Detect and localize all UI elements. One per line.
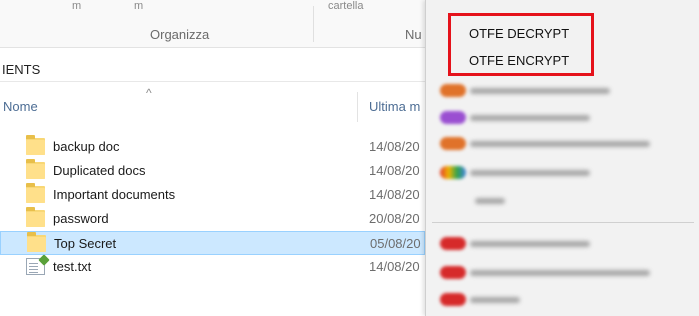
obscured-menu-item[interactable] (440, 266, 660, 280)
app-icon (440, 266, 466, 279)
obscured-label (470, 241, 590, 247)
app-icon (440, 137, 466, 150)
file-row-important-documents[interactable]: Important documents 14/08/20 (0, 183, 425, 207)
obscured-label (470, 170, 590, 176)
column-name-header[interactable]: Nome (3, 99, 38, 114)
obscured-menu-item[interactable] (440, 84, 620, 98)
app-icon (440, 237, 466, 250)
app-icon (440, 293, 466, 306)
file-list: backup doc 14/08/20 Duplicated docs 14/0… (0, 135, 425, 279)
menu-item-otfe-decrypt[interactable]: OTFE DECRYPT (469, 26, 569, 41)
file-date: 20/08/20 (369, 211, 420, 226)
text-file-icon (26, 258, 45, 275)
file-row-top-secret[interactable]: Top Secret 05/08/20 (0, 231, 425, 255)
file-name: test.txt (53, 259, 92, 274)
obscured-label (470, 270, 650, 276)
obscured-menu-item[interactable] (440, 137, 660, 151)
folder-icon (27, 232, 46, 252)
file-row-test-txt[interactable]: test.txt 14/08/20 (0, 255, 425, 279)
folder-icon (26, 135, 45, 155)
file-row-duplicated-docs[interactable]: Duplicated docs 14/08/20 (0, 159, 425, 183)
file-date: 14/08/20 (369, 259, 420, 274)
ribbon-label-fragment: m (134, 0, 144, 12)
obscured-label (470, 115, 590, 121)
column-header: ^ Nome Ultima m (0, 82, 425, 126)
app-icon (440, 111, 466, 124)
file-name: Duplicated docs (53, 163, 146, 178)
file-name: Top Secret (54, 236, 117, 251)
address-bar[interactable]: IENTS (0, 48, 425, 82)
obscured-menu-item[interactable] (440, 194, 560, 208)
file-row-backup-doc[interactable]: backup doc 14/08/20 (0, 135, 425, 159)
ribbon: m m cartella Organizza Nu (0, 0, 425, 48)
ribbon-divider (313, 6, 314, 42)
column-date-header[interactable]: Ultima m (369, 99, 425, 114)
obscured-label (470, 141, 650, 147)
file-date: 14/08/20 (369, 187, 420, 202)
sort-ascending-icon: ^ (146, 86, 152, 100)
obscured-label (475, 198, 505, 204)
file-name: Important documents (53, 187, 176, 202)
column-divider[interactable] (357, 92, 358, 122)
obscured-menu-item[interactable] (440, 237, 620, 251)
obscured-menu-item[interactable] (440, 293, 560, 307)
app-icon (440, 166, 466, 179)
folder-icon (26, 159, 45, 179)
address-path[interactable]: IENTS (2, 62, 40, 77)
ribbon-label-fragment: cartella (328, 0, 364, 12)
app-icon (440, 84, 466, 97)
ribbon-group-new[interactable]: Nu (405, 27, 422, 42)
menu-item-otfe-encrypt[interactable]: OTFE ENCRYPT (469, 53, 569, 68)
menu-divider (432, 222, 694, 223)
folder-icon (26, 183, 45, 203)
file-date: 05/08/20 (370, 236, 421, 251)
obscured-menu-item[interactable] (440, 166, 620, 180)
file-date: 14/08/20 (369, 139, 420, 154)
obscured-label (470, 88, 610, 94)
ribbon-group-organize[interactable]: Organizza (150, 27, 209, 42)
file-name: password (53, 211, 109, 226)
folder-icon (26, 207, 45, 227)
ribbon-label-fragment: m (72, 0, 82, 12)
file-row-password[interactable]: password 20/08/20 (0, 207, 425, 231)
file-date: 14/08/20 (369, 163, 420, 178)
obscured-menu-item[interactable] (440, 111, 620, 125)
obscured-label (470, 297, 520, 303)
file-name: backup doc (53, 139, 120, 154)
